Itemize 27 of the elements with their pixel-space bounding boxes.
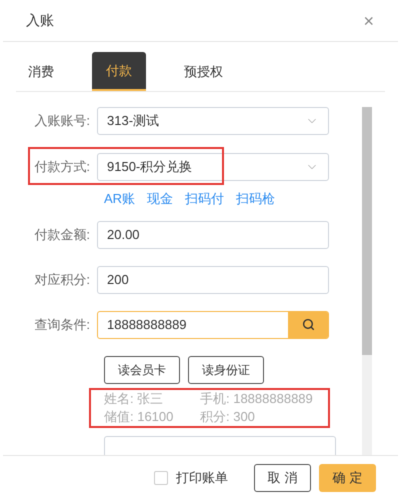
member-info-text: 储值: 16100 — [104, 408, 174, 426]
cancel-button[interactable]: 取 消 — [254, 464, 311, 492]
field-label: 对应积分: — [33, 270, 91, 289]
field-label: 付款金额: — [33, 226, 91, 244]
tab[interactable]: 消费 — [16, 52, 66, 91]
field-label: 查询条件: — [33, 316, 91, 334]
tab[interactable]: 预授权 — [172, 52, 235, 91]
input-field[interactable]: 200 — [97, 266, 329, 294]
search-icon — [302, 318, 314, 331]
input-field[interactable]: 20.00 — [97, 220, 329, 248]
scrollbar-thumb[interactable] — [362, 107, 372, 355]
search-field[interactable]: 18888888889 — [97, 310, 329, 338]
close-button[interactable]: × — [363, 12, 374, 30]
confirm-button[interactable]: 确 定 — [319, 464, 376, 492]
field-label: 入账账号: — [33, 112, 91, 130]
read-card-button[interactable]: 读会员卡 — [104, 356, 180, 384]
dialog-title: 入账 — [26, 11, 54, 30]
tab[interactable]: 付款 — [92, 52, 146, 91]
checkbox[interactable] — [154, 470, 168, 484]
select-field[interactable]: 313-测试 — [97, 107, 329, 135]
member-info-text: 积分: 300 — [200, 408, 256, 426]
field-label: 付款方式: — [33, 158, 91, 176]
select-field[interactable]: 9150-积分兑换 — [97, 153, 329, 181]
checkbox-label: 打印账单 — [176, 468, 228, 487]
member-info-text: 姓名: 张三 — [104, 390, 164, 408]
read-card-button[interactable]: 读身份证 — [188, 356, 264, 384]
member-info-text: 手机: 18888888889 — [200, 390, 314, 408]
